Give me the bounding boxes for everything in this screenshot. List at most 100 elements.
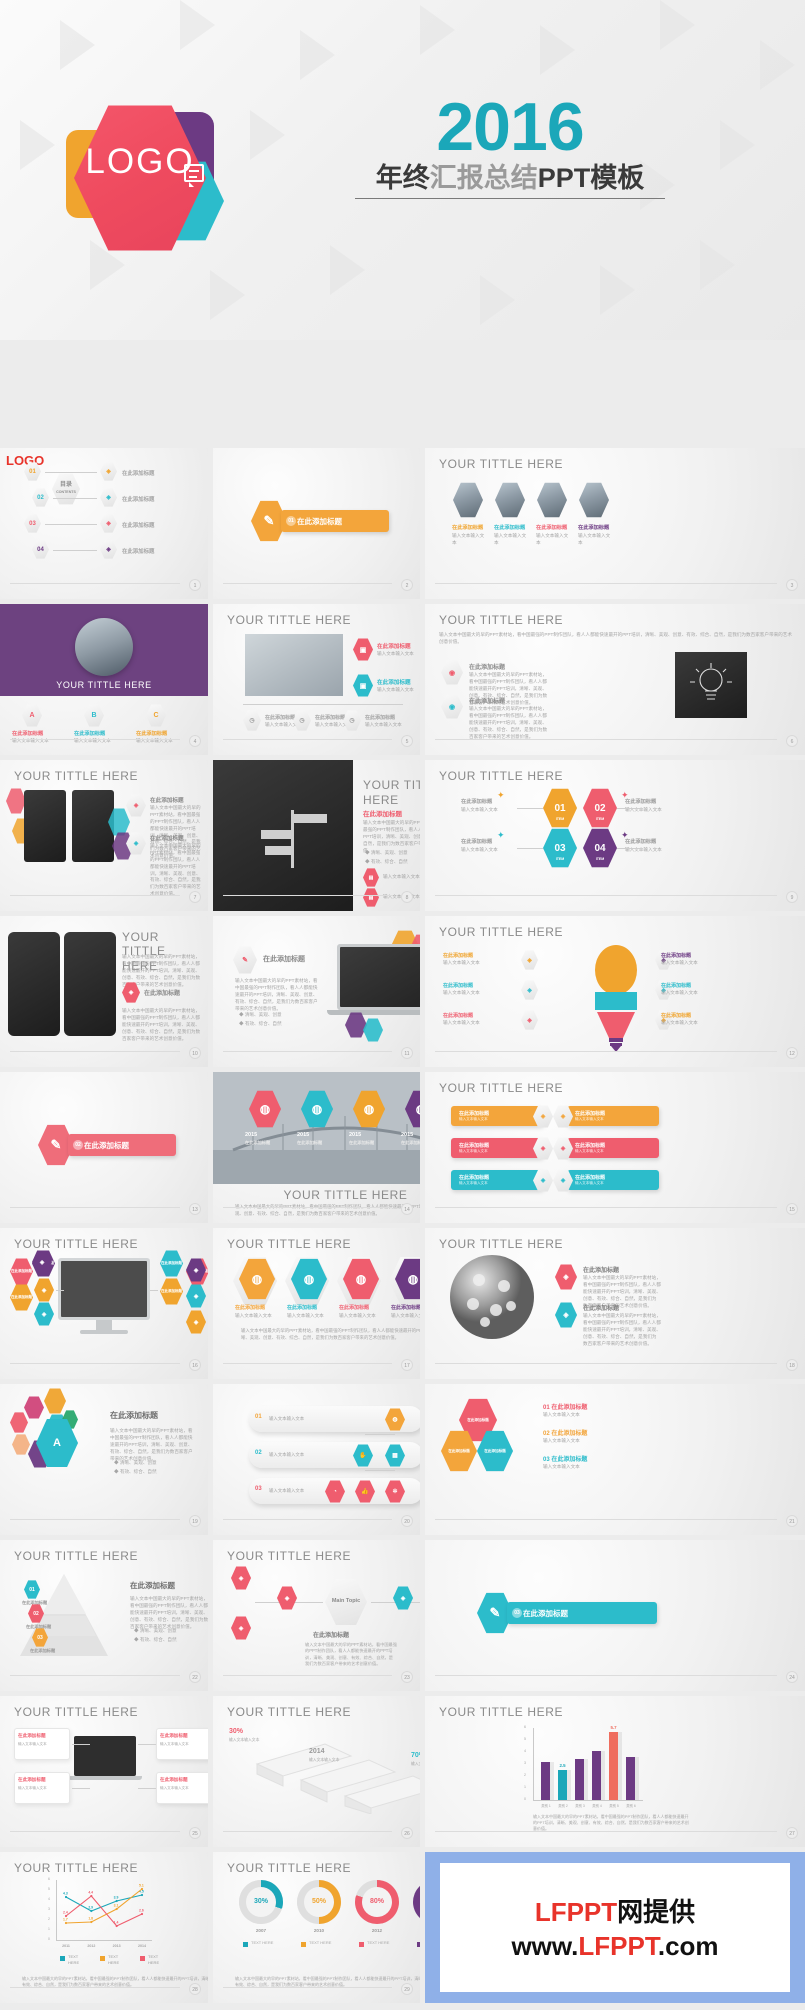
hexagon-shape [10,1412,28,1433]
footer-rule [435,1675,777,1676]
item-description: ◆ 有效、综合、自然 [239,1021,282,1026]
bar [609,1731,618,1800]
svg-text:3.1: 3.1 [114,1904,119,1908]
hexagon-shape: ◈ [231,1616,251,1640]
slide-thumbnail[interactable]: ◍ 2015 在此添加标题 ◍ 2015 在此添加标题 ◍ 2015 在此添加标题 ◍ 2015 在此… [213,1072,420,1223]
slide-number: 13 [189,1203,201,1215]
item-icon: ◈ [133,803,139,809]
person-photo [537,482,567,518]
slide-thumbnail[interactable]: YOUR TITTLE HERE ◈ 在此添加标题 输入文本输入文本 ◈ 在此添加标题输… [425,916,805,1067]
legend-swatch [359,1942,364,1947]
slide-thumbnail[interactable]: YOUR TITTLE HERE 0 1 2 3 4 5 6 类别 1 2.5 类别 2 类别 3 类别… [425,1696,805,1847]
pill-sub: 输入文本输入文本 [459,1117,488,1121]
slide-thumbnail[interactable]: YOUR TITTLE HERE 0 1 2 3 4 5 6 4.3 2.9 3.9 4.5 1.7 1.… [0,1852,208,2003]
donut-value: 80% [369,1898,384,1905]
hexagon-shape-grey: ◈ [100,540,117,559]
slide-thumbnail[interactable]: YOUR TITTLE HERE 30% 2007 TEXT HERE 50% 2010 T… [213,1852,420,2003]
connector-line [365,1434,395,1435]
svg-text:4.3: 4.3 [63,1892,68,1896]
pill-item: 在此添加标题 输入文本输入文本 [567,1170,659,1190]
slide-number: 21 [786,1515,798,1527]
item-label: 在此添加标题 [661,983,692,989]
slide-number: 7 [189,891,201,903]
watermark-brand: LFPPT [534,1897,618,1928]
slide-number: 20 [401,1515,413,1527]
bar [592,1750,601,1800]
slide-thumbnail[interactable]: YOUR TITTLE HERE A 在此添加标题 输入文本输入文本 B 在此添加标题 输入… [0,604,208,755]
item-number: 02 [594,802,606,814]
hexagon-shape: 在此添加标题 [160,1250,183,1277]
slide-thumbnail[interactable]: A 在此添加标题 输入文本中国最大的早的PPT素材站，看中国最强的PPT制作团队，看… [0,1384,208,1535]
item-description: 输入文本输入文本 [443,960,480,965]
item-label: 在此添加标题 [401,1140,420,1145]
hexagon-shape: 在此添加标题 [10,1258,33,1285]
item-label: 在此添加标题 [122,523,155,529]
footer-rule [223,895,392,896]
slide-thumbnail[interactable]: ✎ 01 在此添加标题 2 [213,448,420,599]
item-description: 输入文本中国最大的早的PPT素材站，看中国最强的PPT制作团队，看人人都能快速最… [241,1328,420,1340]
slide-thumbnail[interactable]: 01 输入文本输入文本 ◍ 02 输入文本输入文本 ✋ ▦ 03 输入文本输入文本 ◔ 👍 ✲ 20 [213,1384,420,1535]
connector-line [45,524,97,525]
section-title-pill: 02 在此添加标题 [68,1134,176,1156]
slide-thumbnail[interactable]: YOUR TITTLE HEREMain Topic◈◈◈◈◈◈在此添加标题输入… [213,1540,420,1691]
slide-thumbnail[interactable]: YOUR TITTLE HERE 输入文本中国最大的早的PPT素材站，看中国最强的… [0,916,208,1067]
section-icon: ✎ [263,513,275,528]
item-description: 输入文本输入文本 [461,847,498,852]
slide-thumbnail[interactable]: ✎ 03 在此添加标题 24 [425,1540,805,1691]
slide-thumbnail[interactable]: YOUR TITTLE HERE 在此添加标题 输入文本输入文本 ◈ 在此添加标题… [425,1072,805,1223]
slide-title: YOUR TITTLE HERE [363,778,420,807]
item-label: 在此添加标题 [18,1733,46,1738]
connector-line [56,1290,64,1291]
item-icon: ◈ [41,1311,47,1318]
slide-thumbnail[interactable]: ✎ 在此添加标题 输入文本中国最大的早的PPT素材站，看中国最强的PPT制作团队，看… [213,916,420,1067]
item-description: 输入文本输入文本 [411,1762,420,1766]
connector-line [138,1788,156,1789]
weibo-icon: ◍ [259,1102,271,1116]
slide-thumbnail[interactable]: YOUR TITTLE HERE 01 在此添加标题 02 在此添加标题 03 在此添加标… [0,1540,208,1691]
item-description: 输入文本中国最大的早的PPT素材站，看中国最强的PPT制作团队，看人人都能快速最… [533,1814,689,1831]
item-icon: ✦ [621,830,629,840]
item-icon: ◉ [448,703,456,711]
item-description: ◆ 清晰、美观、创意 [114,1460,157,1465]
donut-category: 2010 [313,1928,325,1933]
svg-text:1.4: 1.4 [114,1921,119,1925]
item-label: 在此添加标题 [22,1600,48,1605]
slide-thumbnail[interactable]: YOUR TITTLE HERE 在此添加标题 输入文本输入文本 在此添加标题 输入文本… [425,448,805,599]
slide-thumbnail[interactable]: 在此添加标题 在此添加标题 在此添加标题 01 在此添加标题 输入文本输入文本 02 在此… [425,1384,805,1535]
slide-thumbnail[interactable]: YOUR TITTLE HERE ▣ 在此添加标题 输入文本输入文本 ▣ 在此添加标题 输入… [213,604,420,755]
gear-icon: ◍ [407,1272,419,1286]
hexagon-shape [6,788,26,814]
item-label: 2015 [401,1132,414,1138]
slide-thumbnail[interactable]: YOUR TITTLE HERE ◈ 在此添加标题 输入文本中国最大的早的PPT素材… [425,1228,805,1379]
footer-rule [10,1363,180,1364]
item-description: ◆ 有效、综合、自然 [114,1469,157,1474]
y-tick-label: 2 [524,1773,526,1777]
x-tick-label: 类别 3 [575,1804,585,1808]
slide-thumbnail[interactable]: YOUR TITTLE HERE 30% 输入文本输入文本 2014 输入文本输入文本… [213,1696,420,1847]
slide-thumbnail[interactable]: YOUR TITTLE HERE在此添加标题输入文本中国最大的早的PPT素材站，… [213,760,420,911]
slide-thumbnail[interactable]: YOUR TITTLE HERE 输入文本中国最大的早的PPT素材站，看中国最强的… [425,604,805,755]
slide-thumbnail[interactable]: YOUR TITTLE HERE ◈ 在此添加标题 输入文本中国最大的早的PPT素材站… [0,760,208,911]
chart-icon: ◍ [355,1272,367,1286]
step-number: 04 [37,546,44,553]
donut-value: 30% [253,1898,268,1905]
hexagon-shape [363,1018,383,1042]
slide-thumbnail[interactable]: YOUR TITTLE HERE ◍ 在此添加标题 输入文本输入文本 ◍ 在此添加标题 输入… [213,1228,420,1379]
slide-thumbnail[interactable]: YOUR TITTLE HERE 在此添加标题 输入文本输入文本 在此添加标题 输入文本… [0,1696,208,1847]
slide-thumbnail[interactable]: LOGO 目录 CONTENTS 01 ◈ 在此添加标题 02 ◈ 在此添加标题 03 ◈ 在此添加标… [0,448,208,599]
laptop-mockup [74,1736,136,1776]
pill-label: 在此添加标题 [459,1111,490,1117]
footer-rule [10,1987,180,1988]
hero-subtitle-cn2: 汇报总结 [429,162,538,193]
mindmap-icon: ◈ [284,1595,290,1602]
slide-thumbnail[interactable]: YOUR TITTLE HERE 01 ITEM 在此添加标题 输入文本输入文本 ✦ 02 I… [425,760,805,911]
slide-number: 26 [401,1827,413,1839]
slide-thumbnail[interactable]: ✎ 02 在此添加标题 13 [0,1072,208,1223]
section-icon: ✎ [50,1137,62,1152]
slide-thumbnail[interactable]: YOUR TITTLE HERE 在此添加标题 在此添加标题 在此添加标题 在此添加标题… [0,1228,208,1379]
hand-icon: ◍ [303,1272,315,1286]
hexagon-shape-grey: ◈ [100,514,117,533]
hexagon-shape: ◈ [34,1278,54,1302]
footer-rule [223,739,392,740]
item-label: 在此添加标题 [661,953,692,959]
